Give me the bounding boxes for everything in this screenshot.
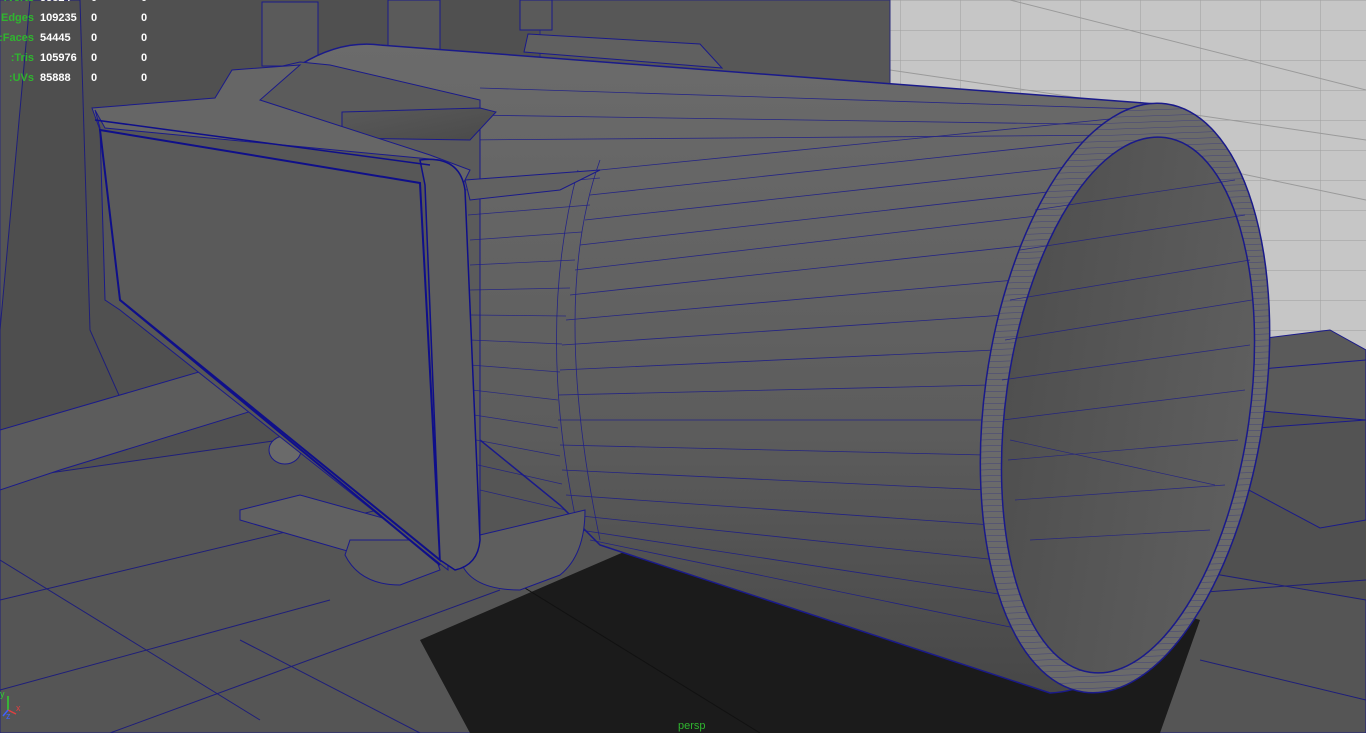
y-axis-label: y: [0, 689, 5, 699]
viewport-scene[interactable]: [0, 0, 1366, 733]
z-axis-label: z: [6, 711, 11, 720]
hud-value: 109235: [40, 12, 77, 24]
3d-viewport[interactable]: Verts: 55824 0 0 Edges: 109235 0 0 Faces…: [0, 0, 1366, 733]
hud-value: 0: [141, 12, 148, 24]
hud-value: 55824: [40, 0, 71, 8]
top-post-2: [387, 0, 441, 53]
hud-value: 0: [91, 52, 98, 64]
hud-label: Verts:: [0, 0, 34, 8]
hud-value: 0: [141, 0, 147, 8]
hud-value: 0: [141, 72, 148, 84]
hud-value: 105976: [40, 52, 77, 64]
hud-value: 54445: [40, 32, 71, 44]
hud-value: 0: [91, 32, 98, 44]
hud-value: 0: [91, 0, 97, 8]
hud-value: 0: [91, 72, 98, 84]
hud-label: Edges:: [0, 12, 34, 24]
x-axis-label: x: [16, 703, 21, 713]
hud-label: Tris:: [10, 52, 34, 64]
hud-value: 0: [141, 32, 148, 44]
camera-name-label: persp: [678, 720, 706, 732]
hud-label: Faces:: [0, 32, 34, 44]
axis-gizmo: y x z: [0, 689, 21, 720]
hud-value: 85888: [40, 72, 71, 84]
hud-label: UVs:: [8, 72, 34, 84]
top-post-1: [261, 1, 319, 67]
hud-value: 0: [91, 12, 98, 24]
top-post-3: [519, 0, 553, 31]
hud-value: 0: [141, 52, 148, 64]
